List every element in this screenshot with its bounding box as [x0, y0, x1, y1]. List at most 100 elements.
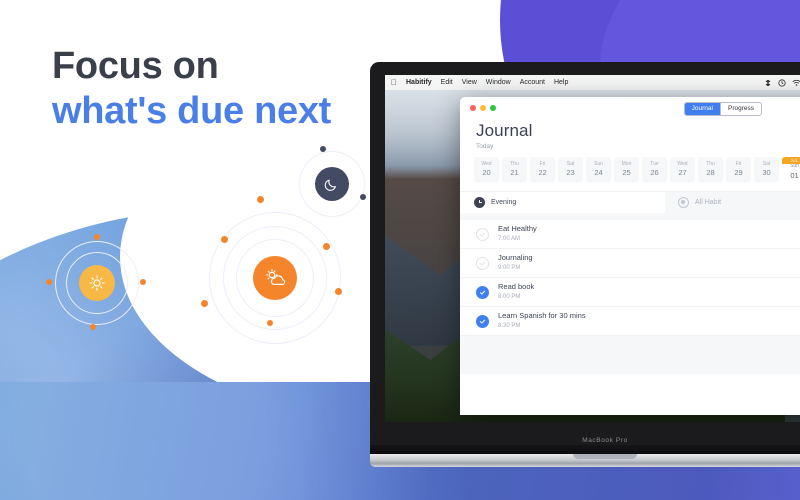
minimize-button[interactable]: [480, 105, 486, 111]
time-of-day-label: Evening: [491, 199, 517, 206]
menu-item-view[interactable]: View: [462, 79, 477, 86]
habit-row[interactable]: Eat Healthy 7:00 AM: [460, 220, 800, 249]
date-cell[interactable]: Sat 23: [558, 157, 583, 182]
habit-time: 8:00 PM: [498, 293, 521, 300]
habit-filter-label: All Habit: [695, 199, 722, 206]
zoom-button[interactable]: [490, 105, 496, 111]
laptop-hinge: [370, 445, 800, 454]
laptop-mockup:  Habitify Edit View Window Account Help: [370, 62, 800, 467]
date-weekday: Wed: [481, 160, 492, 167]
dropbox-icon[interactable]: [764, 79, 772, 87]
date-strip[interactable]: Wed 20 Thu 21 Fri 22 Sat 23 Sun 24 Mon 25 Tue 26 Wed 27…: [460, 150, 800, 191]
laptop-screen-body:  Habitify Edit View Window Account Help: [370, 62, 800, 434]
date-number: 21: [510, 168, 519, 177]
habit-list: Eat Healthy 7:00 AM Journaling 9:00 PM Read …: [460, 220, 800, 336]
date-cell[interactable]: Sat 30: [754, 157, 779, 182]
date-cell[interactable]: Fri 29: [726, 157, 751, 182]
habit-text-group: Journaling 9:00 PM: [498, 253, 533, 273]
menu-item-habitify[interactable]: Habitify: [406, 79, 432, 86]
hero-headline: Focus on what's due next: [52, 44, 331, 134]
clock-icon: [474, 197, 485, 208]
app-titlebar: Journal Progress: [460, 97, 800, 119]
date-number: 24: [594, 168, 603, 177]
macos-menubar[interactable]:  Habitify Edit View Window Account Help: [385, 75, 800, 90]
habit-title: Learn Spanish for 30 mins: [498, 311, 586, 321]
habit-checked-icon[interactable]: [476, 285, 489, 299]
habit-unchecked-icon[interactable]: [476, 227, 489, 241]
section-header-row: Evening All Habit: [460, 191, 800, 213]
habit-checked-icon[interactable]: [476, 314, 489, 328]
date-number: 01: [790, 170, 799, 180]
apple-logo-icon[interactable]: : [391, 78, 397, 87]
menubar-status-icons[interactable]: [764, 78, 800, 87]
date-weekday: Mon: [621, 160, 632, 167]
menu-item-edit[interactable]: Edit: [441, 79, 453, 86]
date-weekday: Fri: [735, 160, 742, 167]
date-number: 26: [650, 168, 659, 177]
clock-icon[interactable]: [778, 78, 786, 87]
date-cell[interactable]: Fri 22: [530, 157, 555, 182]
date-number: 25: [622, 168, 631, 177]
habitify-app-window: Journal Progress Journal Today Wed 20 Thu 2…: [460, 97, 800, 415]
view-tabs[interactable]: Journal Progress: [683, 102, 762, 116]
date-weekday: Sat: [762, 160, 771, 167]
date-cell[interactable]: Sun 24: [586, 157, 611, 182]
date-number: 22: [538, 168, 547, 177]
date-cell-today[interactable]: JUL Sun 01: [782, 157, 800, 182]
sun-behind-cloud-icon: [253, 256, 297, 300]
headline-line-2: what's due next: [52, 89, 332, 132]
date-cell[interactable]: Thu 21: [502, 157, 527, 182]
target-icon: [678, 197, 689, 208]
orbit-cluster-morning: [46, 234, 146, 330]
habit-time: 7:00 AM: [498, 235, 521, 242]
date-weekday: Sat: [566, 160, 575, 167]
tab-journal[interactable]: Journal: [684, 103, 720, 115]
habit-filter-group[interactable]: All Habit: [665, 192, 800, 213]
window-traffic-lights[interactable]: [470, 105, 496, 111]
menu-item-account[interactable]: Account: [520, 79, 545, 86]
headline-line-1: Focus on: [52, 45, 219, 87]
page-subtitle: Today: [476, 143, 494, 150]
habit-text-group: Learn Spanish for 30 mins 8:30 PM: [498, 311, 586, 331]
habit-row[interactable]: Journaling 9:00 PM: [460, 249, 800, 278]
habit-unchecked-icon[interactable]: [476, 256, 489, 270]
orbit-cluster-day: [201, 196, 345, 348]
date-cell[interactable]: Wed 27: [670, 157, 695, 182]
date-cell[interactable]: Wed 20: [474, 157, 499, 182]
date-weekday: Tue: [650, 160, 659, 167]
time-of-day-group[interactable]: Evening: [460, 197, 665, 208]
habit-row[interactable]: Learn Spanish for 30 mins 8:30 PM: [460, 307, 800, 336]
page-title: Journal: [476, 121, 533, 140]
date-weekday: Thu: [510, 160, 519, 167]
date-weekday: Sun: [790, 163, 799, 169]
sun-icon: [79, 265, 115, 301]
laptop-screen:  Habitify Edit View Window Account Help: [385, 75, 800, 422]
date-weekday: Thu: [706, 160, 715, 167]
journal-header: Journal Today: [460, 119, 800, 150]
close-button[interactable]: [470, 105, 476, 111]
date-number: 23: [566, 168, 575, 177]
wifi-icon[interactable]: [792, 79, 800, 87]
habit-text-group: Read book 8:00 PM: [498, 282, 534, 302]
list-empty-area: [460, 336, 800, 374]
date-weekday: Fri: [539, 160, 546, 167]
date-number: 30: [762, 168, 771, 177]
date-number: 20: [482, 168, 491, 177]
date-number: 27: [678, 168, 687, 177]
section-divider: [460, 213, 800, 220]
habit-row[interactable]: Read book 8:00 PM: [460, 278, 800, 307]
menu-item-help[interactable]: Help: [554, 79, 568, 86]
date-weekday: Sun: [594, 160, 603, 167]
date-cell[interactable]: Tue 26: [642, 157, 667, 182]
habit-text-group: Eat Healthy 7:00 AM: [498, 224, 537, 244]
habit-title: Journaling: [498, 253, 533, 263]
tab-progress[interactable]: Progress: [719, 103, 761, 115]
laptop-model-label: MacBook Pro: [582, 437, 628, 444]
laptop-bezel-bottom: MacBook Pro: [370, 434, 800, 445]
date-cell[interactable]: Thu 28: [698, 157, 723, 182]
habit-time: 9:00 PM: [498, 264, 521, 271]
laptop-base-notch: [573, 454, 637, 459]
date-number: 29: [734, 168, 743, 177]
date-cell[interactable]: Mon 25: [614, 157, 639, 182]
menu-item-window[interactable]: Window: [486, 79, 511, 86]
